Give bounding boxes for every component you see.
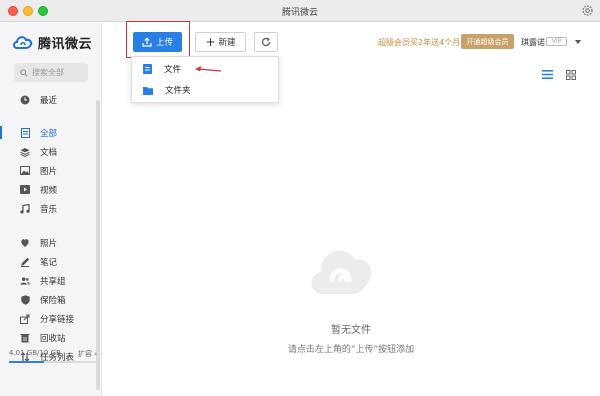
title-bar: 腾讯微云 <box>0 0 600 22</box>
sidebar-item-label: 音乐 <box>40 204 58 215</box>
storage-progress <box>9 361 97 363</box>
photos-icon <box>20 238 30 248</box>
file-icon <box>143 64 152 74</box>
image-icon <box>20 166 30 176</box>
video-icon <box>20 185 30 195</box>
sidebar-item-label: 全部 <box>40 128 58 139</box>
cloud-logo-icon <box>13 36 33 49</box>
empty-state-hint: 请点击左上角的“上传”按钮添加 <box>287 345 415 355</box>
sidebar-item-videos[interactable]: 视频 <box>0 180 102 199</box>
refresh-icon <box>261 37 271 47</box>
sidebar-item-images[interactable]: 图片 <box>0 161 102 180</box>
sidebar-item-label: 图片 <box>40 166 58 177</box>
sidebar-item-label: 最近 <box>40 95 58 106</box>
sidebar-item-label: 视频 <box>40 185 58 196</box>
sidebar-item-all[interactable]: 全部 <box>0 123 102 142</box>
gear-icon[interactable] <box>581 4 594 17</box>
list-view-icon[interactable] <box>542 70 553 79</box>
sidebar-item-documents[interactable]: 文档 <box>0 142 102 161</box>
chevron-down-icon[interactable] <box>575 40 581 44</box>
sidebar-item-label: 笔记 <box>40 257 58 268</box>
new-button[interactable]: + 新建 <box>195 32 246 52</box>
vip-badge: VIP <box>546 37 567 46</box>
file-icon <box>20 127 30 138</box>
upload-icon <box>142 37 152 47</box>
upload-button[interactable]: 上传 <box>133 32 182 52</box>
menu-item-label: 文件 <box>164 65 182 75</box>
empty-cloud-icon <box>311 250 372 294</box>
storage-progress-fill <box>9 361 45 363</box>
promo-text[interactable]: 超级会员买2年送4个月 <box>378 37 460 48</box>
users-icon <box>20 276 30 286</box>
sidebar-item-music[interactable]: 音乐 <box>0 199 102 218</box>
new-label: 新建 <box>218 38 236 48</box>
sidebar-item-label: 保险箱 <box>40 295 66 306</box>
logo-text: 腾讯微云 <box>38 36 93 52</box>
sidebar: 腾讯微云 搜索全部 最近 全部 文档 图片 视频 音乐 照片 笔记 共享组 保险… <box>0 22 102 396</box>
open-super-vip-button[interactable]: 开通超级会员 <box>461 34 514 49</box>
grid-view-icon[interactable] <box>566 70 576 80</box>
sidebar-item-label: 共享组 <box>40 276 66 287</box>
sidebar-item-photos[interactable]: 照片 <box>0 233 102 252</box>
search-icon <box>20 68 28 77</box>
shield-icon <box>20 294 30 305</box>
plus-icon: + <box>205 35 216 49</box>
sidebar-item-label: 文档 <box>40 147 58 158</box>
layers-icon <box>20 147 30 157</box>
empty-state-title: 暂无文件 <box>331 325 371 336</box>
music-icon <box>20 203 30 214</box>
sidebar-item-shared-groups[interactable]: 共享组 <box>0 271 102 290</box>
menu-item-label: 文件夹 <box>165 86 191 96</box>
sidebar-item-notes[interactable]: 笔记 <box>0 252 102 271</box>
folder-icon <box>143 86 153 95</box>
annotation-arrow-icon <box>195 66 222 72</box>
search-input[interactable]: 搜索全部 <box>14 63 88 82</box>
refresh-button[interactable] <box>254 32 278 52</box>
window-title: 腾讯微云 <box>281 8 318 18</box>
menu-item-upload-folder[interactable]: 文件夹 <box>132 80 278 100</box>
sidebar-item-label: 照片 <box>40 238 58 249</box>
pen-icon <box>20 257 30 267</box>
sidebar-item-vault[interactable]: 保险箱 <box>0 290 102 309</box>
search-placeholder: 搜索全部 <box>32 68 64 77</box>
app-logo: 腾讯微云 <box>12 32 92 52</box>
upload-label: 上传 <box>155 38 173 48</box>
clock-icon <box>20 95 30 105</box>
sidebar-item-recent[interactable]: 最近 <box>0 90 102 109</box>
username[interactable]: 琪露诺 <box>521 37 545 48</box>
